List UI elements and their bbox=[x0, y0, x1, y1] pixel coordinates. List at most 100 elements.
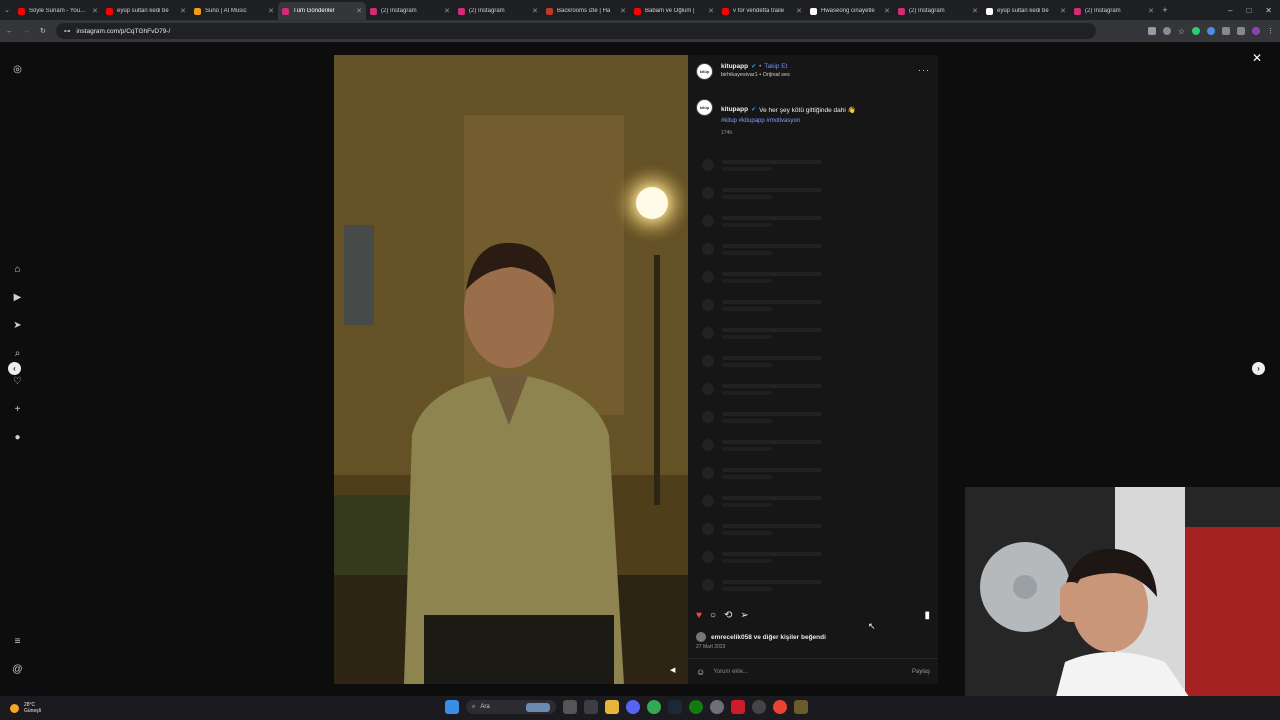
minimize-icon[interactable]: – bbox=[1228, 6, 1232, 15]
post-comment-button[interactable]: Paylaş bbox=[912, 669, 930, 675]
tab-close-icon[interactable]: ✕ bbox=[532, 7, 538, 15]
browser-tab[interactable]: Tüm Gönderiler ✕ bbox=[278, 2, 366, 20]
profile-avatar[interactable] bbox=[1252, 27, 1260, 35]
xbox-icon[interactable] bbox=[689, 700, 703, 714]
browser-tab[interactable]: Babam ve Oğlum | ✕ bbox=[630, 2, 718, 20]
close-window-icon[interactable]: ✕ bbox=[1265, 6, 1272, 15]
post-details-panel: kitüp kitupapp ✔ • Takip Et birhikayesiv… bbox=[688, 55, 938, 684]
extension-green-icon[interactable] bbox=[1192, 27, 1200, 35]
likes-text[interactable]: emrecelik058 ve diğer kişiler beğendi bbox=[711, 634, 826, 641]
tab-close-icon[interactable]: ✕ bbox=[92, 7, 98, 15]
home-icon[interactable]: ⌂ bbox=[11, 263, 24, 276]
notifications-icon[interactable]: ♡ bbox=[11, 375, 24, 388]
browser-tab[interactable]: eyüp sultan kedi be ✕ bbox=[102, 2, 190, 20]
threads-icon[interactable]: @ bbox=[11, 663, 24, 676]
browser-tab[interactable]: (2) Instagram ✕ bbox=[454, 2, 542, 20]
close-modal-icon[interactable]: ✕ bbox=[1252, 51, 1262, 65]
tab-search-icon[interactable]: ⌄ bbox=[0, 6, 14, 14]
puzzle-icon[interactable] bbox=[1222, 27, 1230, 35]
search-icon[interactable]: ⌕ bbox=[11, 347, 24, 360]
new-tab-button[interactable]: + bbox=[1158, 5, 1172, 15]
more-menu-icon[interactable]: ≡ bbox=[11, 635, 24, 648]
comment-skeleton bbox=[702, 523, 822, 537]
browser-tab[interactable]: (2) Instagram ✕ bbox=[894, 2, 982, 20]
tab-title: (2) Instagram bbox=[469, 8, 505, 14]
tab-title: Babam ve Oğlum | bbox=[645, 8, 695, 14]
avatar-logo-text: kitüp bbox=[699, 69, 710, 74]
screen-share-icon[interactable] bbox=[1147, 27, 1156, 35]
browser-tab[interactable]: (2) Instagram ✕ bbox=[1070, 2, 1158, 20]
extension-blue-icon[interactable] bbox=[1207, 27, 1215, 35]
app-extra-icon[interactable] bbox=[794, 700, 808, 714]
share-icon[interactable]: ➢ bbox=[740, 610, 748, 621]
mute-icon[interactable]: ◀ bbox=[670, 666, 675, 674]
browser-tab[interactable]: (2) Instagram ✕ bbox=[366, 2, 454, 20]
tab-close-icon[interactable]: ✕ bbox=[1148, 7, 1154, 15]
chrome-icon[interactable] bbox=[647, 700, 661, 714]
browser-tab[interactable]: v for vendetta traile ✕ bbox=[718, 2, 806, 20]
browser-tab[interactable]: eyüp sultan kedi be ✕ bbox=[982, 2, 1070, 20]
browser-tab[interactable]: Hwaseong cinayetle ✕ bbox=[806, 2, 894, 20]
post-video[interactable]: ◀ bbox=[334, 55, 688, 684]
weather-widget[interactable]: 28°C Güneşli bbox=[0, 702, 41, 714]
avatar-logo-text: kitüp bbox=[699, 105, 710, 110]
audio-label[interactable]: birhikayesivar1 • Orijinal ses bbox=[721, 72, 790, 78]
chrome-profile-icon[interactable] bbox=[773, 700, 787, 714]
author-avatar[interactable]: kitüp bbox=[696, 63, 713, 80]
follow-button[interactable]: Takip Et bbox=[764, 63, 787, 70]
profile-icon[interactable]: ● bbox=[11, 431, 24, 444]
reading-list-icon[interactable] bbox=[1237, 27, 1245, 35]
browser-menu-icon[interactable]: ⋮ bbox=[1267, 27, 1274, 35]
browser-tab[interactable]: Söyle Sunam - YouTube ✕ bbox=[14, 2, 102, 20]
tab-close-icon[interactable]: ✕ bbox=[620, 7, 626, 15]
star-icon[interactable]: ☆ bbox=[1178, 27, 1185, 36]
like-heart-icon[interactable]: ♥ bbox=[696, 610, 702, 621]
site-info-icon[interactable]: ⊶ bbox=[64, 27, 71, 35]
maximize-icon[interactable]: □ bbox=[1246, 6, 1251, 15]
emoji-icon[interactable]: ☺ bbox=[696, 667, 705, 677]
browser-tab[interactable]: Backrooms izle | Ha ✕ bbox=[542, 2, 630, 20]
tab-close-icon[interactable]: ✕ bbox=[796, 7, 802, 15]
save-bookmark-icon[interactable]: ▮ bbox=[924, 610, 930, 621]
eye-off-icon[interactable] bbox=[1162, 27, 1171, 35]
forward-icon[interactable]: → bbox=[23, 28, 30, 35]
widgets-icon[interactable] bbox=[584, 700, 598, 714]
comment-input[interactable]: Yorum ekle... bbox=[713, 669, 904, 675]
caption-username[interactable]: kitupapp bbox=[721, 106, 748, 113]
reload-icon[interactable]: ↻ bbox=[40, 27, 46, 35]
tab-title: Suno | AI Music bbox=[205, 8, 247, 14]
settings-gear-icon[interactable] bbox=[710, 700, 724, 714]
tab-close-icon[interactable]: ✕ bbox=[1060, 7, 1066, 15]
next-post-arrow-icon[interactable]: › bbox=[1252, 362, 1265, 375]
more-options-icon[interactable]: ··· bbox=[918, 65, 930, 75]
address-bar[interactable]: ⊶ instagram.com/p/CqTGhFvD79-/ bbox=[55, 23, 1096, 39]
comment-skeleton bbox=[702, 551, 822, 565]
tab-close-icon[interactable]: ✕ bbox=[356, 7, 362, 15]
taskbar-search[interactable]: ⌕ Ara bbox=[466, 700, 556, 714]
tab-close-icon[interactable]: ✕ bbox=[268, 7, 274, 15]
gear-app-icon[interactable] bbox=[752, 700, 766, 714]
tab-close-icon[interactable]: ✕ bbox=[444, 7, 450, 15]
tab-close-icon[interactable]: ✕ bbox=[708, 7, 714, 15]
tab-close-icon[interactable]: ✕ bbox=[180, 7, 186, 15]
back-icon[interactable]: ← bbox=[6, 28, 13, 35]
instagram-logo-icon[interactable]: ◎ bbox=[11, 63, 24, 76]
discord-icon[interactable] bbox=[626, 700, 640, 714]
red-app-icon[interactable] bbox=[731, 700, 745, 714]
reels-icon[interactable]: ▶ bbox=[11, 291, 24, 304]
tab-close-icon[interactable]: ✕ bbox=[884, 7, 890, 15]
comment-icon[interactable]: ○ bbox=[710, 610, 716, 621]
previous-post-arrow-icon[interactable]: ‹ bbox=[8, 362, 21, 375]
task-view-icon[interactable] bbox=[563, 700, 577, 714]
create-icon[interactable]: + bbox=[11, 403, 24, 416]
messages-icon[interactable]: ➤ bbox=[11, 319, 24, 332]
caption-author-avatar[interactable]: kitüp bbox=[696, 99, 713, 116]
repost-icon[interactable]: ⟲ bbox=[724, 610, 732, 621]
tab-close-icon[interactable]: ✕ bbox=[972, 7, 978, 15]
author-username[interactable]: kitupapp bbox=[721, 63, 748, 70]
windows-start-icon[interactable] bbox=[445, 700, 459, 714]
steam-icon[interactable] bbox=[668, 700, 682, 714]
browser-tab[interactable]: Suno | AI Music ✕ bbox=[190, 2, 278, 20]
file-explorer-icon[interactable] bbox=[605, 700, 619, 714]
caption-hashtags[interactable]: #kitup #kitupapp #motivasyon bbox=[721, 118, 800, 124]
